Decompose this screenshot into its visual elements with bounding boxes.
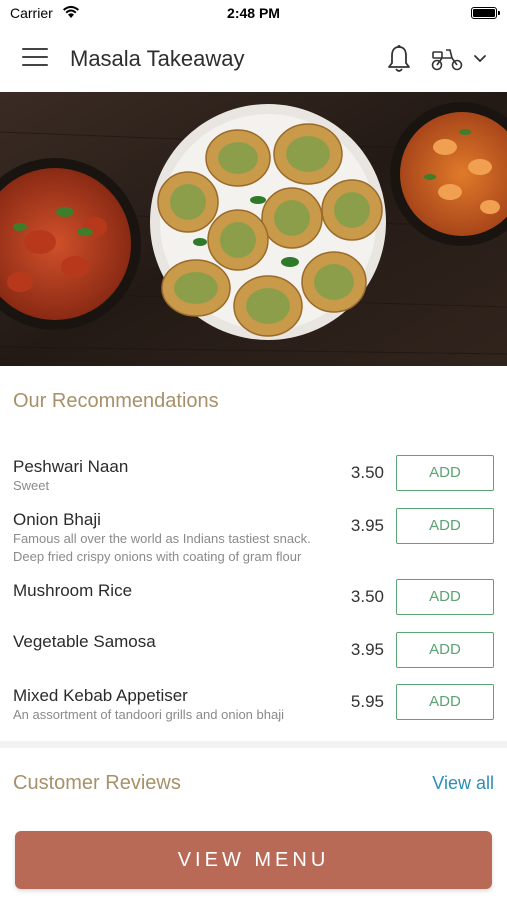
- item-name: Mixed Kebab Appetiser: [13, 686, 188, 705]
- chevron-down-icon[interactable]: [472, 52, 488, 66]
- item-price: 3.95: [350, 640, 384, 659]
- view-menu-button[interactable]: VIEW MENU: [15, 831, 492, 889]
- add-button[interactable]: ADD: [396, 455, 494, 491]
- status-bar: Carrier 2:48 PM: [0, 0, 507, 26]
- item-name: Mushroom Rice: [13, 581, 133, 600]
- app-header: Masala Takeaway: [0, 26, 507, 92]
- item-price: 5.95: [350, 692, 384, 711]
- add-button[interactable]: ADD: [396, 632, 494, 668]
- add-button[interactable]: ADD: [396, 579, 494, 615]
- item-description: Famous all over the world as Indians tas…: [13, 531, 311, 564]
- add-button[interactable]: ADD: [396, 684, 494, 720]
- item-description: Sweet: [13, 478, 50, 493]
- status-time: 2:48 PM: [227, 5, 280, 21]
- item-price: 3.95: [350, 516, 384, 535]
- item-name: Vegetable Samosa: [13, 632, 156, 651]
- hero-food-image: [0, 92, 507, 366]
- battery-fill: [473, 9, 495, 17]
- battery-icon: [471, 7, 500, 19]
- item-price: 3.50: [350, 463, 384, 482]
- recommendations-title: Our Recommendations: [13, 390, 219, 412]
- item-price: 3.50: [350, 587, 384, 606]
- item-name: Peshwari Naan: [13, 457, 129, 476]
- add-button[interactable]: ADD: [396, 508, 494, 544]
- app-title: Masala Takeaway: [70, 46, 245, 71]
- reviews-title: Customer Reviews: [13, 772, 181, 794]
- item-name: Onion Bhaji: [13, 510, 101, 529]
- view-all-link[interactable]: View all: [432, 773, 494, 794]
- item-description: An assortment of tandoori grills and oni…: [13, 707, 284, 722]
- bell-icon[interactable]: [386, 44, 412, 74]
- scooter-icon[interactable]: [430, 46, 464, 72]
- menu-icon[interactable]: [22, 48, 48, 68]
- section-divider: [0, 741, 507, 748]
